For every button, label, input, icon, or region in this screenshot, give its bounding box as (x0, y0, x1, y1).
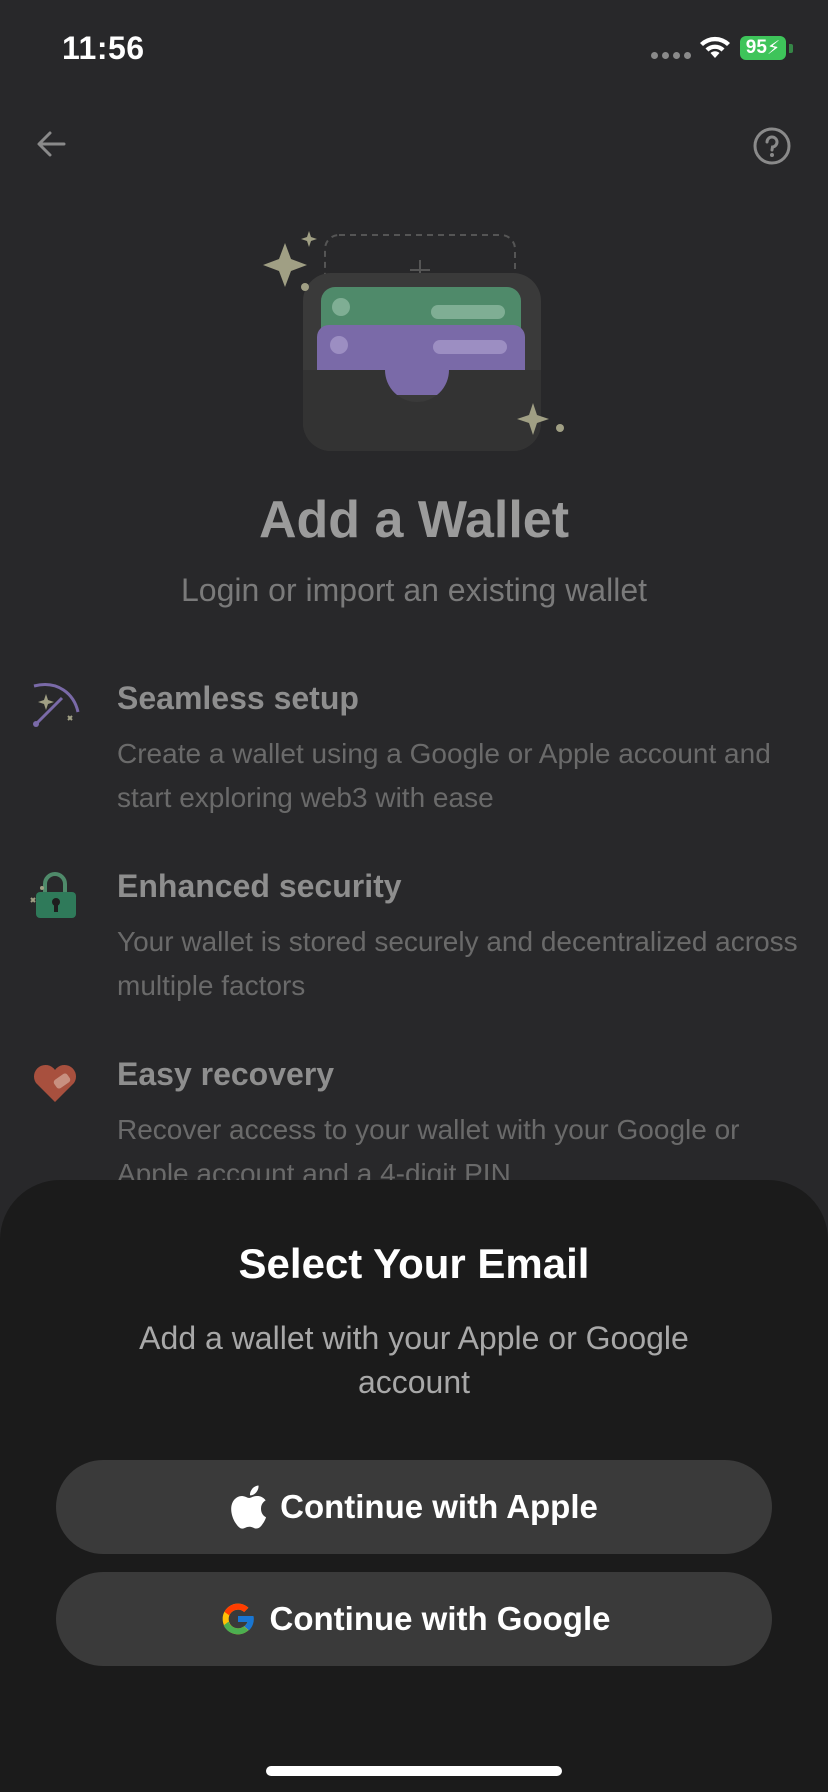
select-email-sheet: Select Your Email Add a wallet with your… (0, 1180, 828, 1792)
page-subtitle: Login or import an existing wallet (180, 572, 647, 608)
google-logo-icon (222, 1603, 254, 1635)
battery-tip (789, 44, 793, 53)
apple-logo-icon (231, 1485, 267, 1529)
wifi-icon (700, 36, 730, 58)
feature-description: Create a wallet using a Google or Apple … (117, 738, 771, 813)
status-bar: 11:56 95 ⚡ (0, 0, 828, 100)
feature-title: Enhanced security (117, 868, 402, 904)
apple-button-label: Continue with Apple (280, 1488, 598, 1525)
feature-title: Seamless setup (117, 680, 359, 716)
battery-level: 95 (745, 37, 767, 58)
page-title: Add a Wallet (258, 491, 570, 549)
google-button-label: Continue with Google (269, 1600, 611, 1637)
cellular-signal-icon (651, 52, 691, 59)
help-question-icon[interactable] (752, 126, 792, 166)
heart-bandage-icon (33, 1064, 77, 1102)
sheet-description: Add a wallet with your Apple or Google a… (139, 1320, 689, 1400)
battery-icon: 95 ⚡ (740, 36, 786, 60)
wallet-illustration (263, 231, 564, 451)
feature-title: Easy recovery (117, 1056, 335, 1092)
lock-icon (30, 872, 76, 918)
continue-with-apple-button[interactable]: Continue with Apple (56, 1460, 772, 1554)
home-indicator[interactable] (266, 1766, 562, 1776)
feature-description: Your wallet is stored securely and decen… (117, 926, 798, 1001)
sheet-title: Select Your Email (238, 1240, 590, 1287)
magic-wand-icon (33, 683, 80, 727)
continue-with-google-button[interactable]: Continue with Google (56, 1572, 772, 1666)
back-arrow-icon[interactable] (30, 122, 74, 166)
status-time: 11:56 (62, 30, 145, 66)
